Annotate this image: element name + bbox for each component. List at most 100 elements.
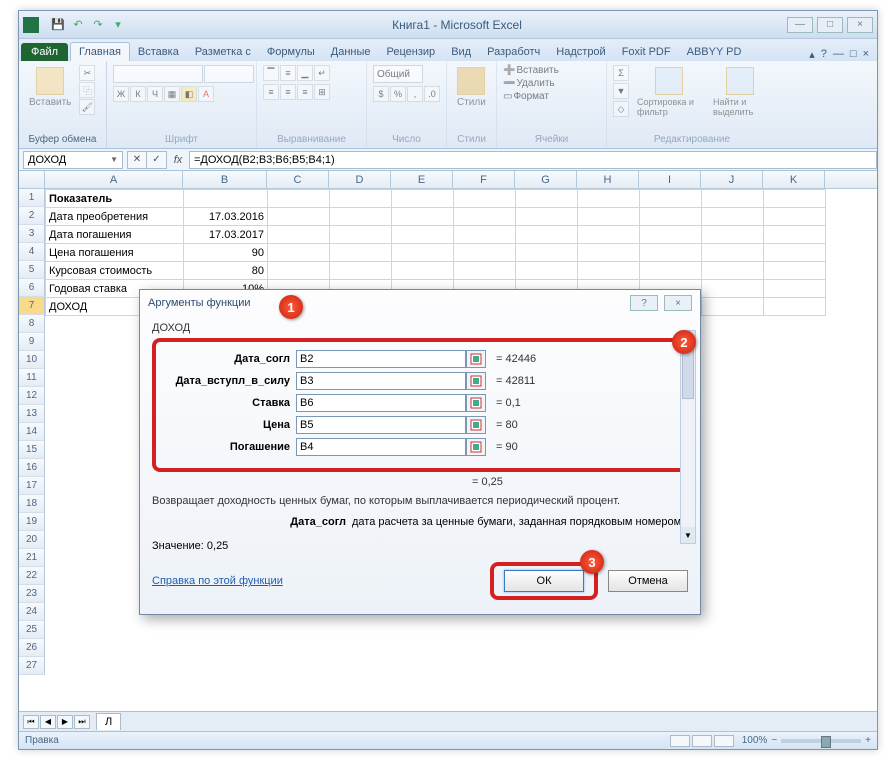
row-26[interactable]: 26	[19, 639, 45, 657]
delete-cells-icon[interactable]: ➖	[503, 78, 515, 89]
range-select-icon[interactable]	[466, 372, 486, 390]
percent-icon[interactable]: %	[390, 86, 406, 102]
row-23[interactable]: 23	[19, 585, 45, 603]
row-27[interactable]: 27	[19, 657, 45, 675]
underline-button[interactable]: Ч	[147, 86, 163, 102]
col-C[interactable]: C	[267, 171, 329, 188]
tab-layout[interactable]: Разметка с	[187, 43, 259, 61]
number-format-select[interactable]: Общий	[373, 65, 423, 83]
cancel-button[interactable]: Отмена	[608, 570, 688, 592]
cell-A2[interactable]: Дата преобретения	[46, 208, 184, 226]
arg-input[interactable]: B6	[296, 394, 466, 412]
cancel-formula-button[interactable]: ✕	[127, 151, 147, 169]
tab-abbyy[interactable]: ABBYY PD	[679, 43, 750, 61]
paste-button[interactable]: Вставить	[25, 65, 75, 110]
font-select[interactable]	[113, 65, 203, 83]
range-select-icon[interactable]	[466, 394, 486, 412]
row-9[interactable]: 9	[19, 333, 45, 351]
name-box[interactable]: ДОХОД▼	[23, 151, 123, 169]
sheet-nav-prev-icon[interactable]: ◀	[40, 715, 56, 729]
enter-formula-button[interactable]: ✓	[147, 151, 167, 169]
find-select-button[interactable]: Найти и выделить	[709, 65, 771, 119]
clear-icon[interactable]: ◇	[613, 101, 629, 117]
arg-input[interactable]: B4	[296, 438, 466, 456]
range-select-icon[interactable]	[466, 350, 486, 368]
range-select-icon[interactable]	[466, 416, 486, 434]
styles-button[interactable]: Стили	[453, 65, 490, 110]
align-left-icon[interactable]: ≡	[263, 84, 279, 100]
dialog-help-button[interactable]: ?	[630, 295, 658, 311]
cell-A5[interactable]: Курсовая стоимость	[46, 262, 184, 280]
row-15[interactable]: 15	[19, 441, 45, 459]
dialog-close-button[interactable]: ×	[664, 295, 692, 311]
align-bot-icon[interactable]: ▁	[297, 65, 313, 81]
dialog-scrollbar[interactable]: ▲ ▼	[680, 330, 696, 544]
col-K[interactable]: K	[763, 171, 825, 188]
tab-data[interactable]: Данные	[323, 43, 379, 61]
merge-icon[interactable]: ⊞	[314, 84, 330, 100]
help-link[interactable]: Справка по этой функции	[152, 575, 283, 587]
row-14[interactable]: 14	[19, 423, 45, 441]
namebox-dropdown-icon[interactable]: ▼	[110, 155, 118, 164]
tab-review[interactable]: Рецензир	[379, 43, 444, 61]
row-13[interactable]: 13	[19, 405, 45, 423]
zoom-level[interactable]: 100%	[742, 735, 768, 746]
arg-input[interactable]: B5	[296, 416, 466, 434]
row-12[interactable]: 12	[19, 387, 45, 405]
view-normal-icon[interactable]	[670, 735, 690, 747]
zoom-slider[interactable]	[781, 739, 861, 743]
cell-B2[interactable]: 17.03.2016	[184, 208, 268, 226]
view-layout-icon[interactable]	[692, 735, 712, 747]
row-6[interactable]: 6	[19, 279, 45, 297]
minimize-ribbon-icon[interactable]: ▴	[809, 48, 815, 61]
row-24[interactable]: 24	[19, 603, 45, 621]
row-18[interactable]: 18	[19, 495, 45, 513]
scroll-thumb[interactable]	[682, 349, 694, 399]
ribbon-close-icon[interactable]: ×	[863, 48, 869, 61]
dialog-titlebar[interactable]: Аргументы функции ? ×	[140, 290, 700, 316]
col-D[interactable]: D	[329, 171, 391, 188]
italic-button[interactable]: К	[130, 86, 146, 102]
fill-color-icon[interactable]: ◧	[181, 86, 197, 102]
formula-input[interactable]: =ДОХОД(B2;B3;B6;B5;B4;1)	[189, 151, 877, 169]
tab-foxit[interactable]: Foxit PDF	[614, 43, 679, 61]
row-11[interactable]: 11	[19, 369, 45, 387]
view-pagebreak-icon[interactable]	[714, 735, 734, 747]
select-all-corner[interactable]	[19, 171, 45, 188]
cell-A4[interactable]: Цена погашения	[46, 244, 184, 262]
scroll-down-icon[interactable]: ▼	[681, 527, 695, 543]
col-E[interactable]: E	[391, 171, 453, 188]
row-19[interactable]: 19	[19, 513, 45, 531]
col-J[interactable]: J	[701, 171, 763, 188]
sheet-nav-first-icon[interactable]: ⏮	[23, 715, 39, 729]
close-button[interactable]: ×	[847, 17, 873, 33]
row-22[interactable]: 22	[19, 567, 45, 585]
row-20[interactable]: 20	[19, 531, 45, 549]
sheet-tab[interactable]: Л	[96, 713, 121, 730]
save-icon[interactable]: 💾	[49, 16, 67, 34]
ok-button[interactable]: ОК	[504, 570, 584, 592]
col-A[interactable]: A	[45, 171, 183, 188]
sheet-nav-next-icon[interactable]: ▶	[57, 715, 73, 729]
maximize-button[interactable]: □	[817, 17, 843, 33]
comma-icon[interactable]: ,	[407, 86, 423, 102]
cell-B1[interactable]	[184, 190, 268, 208]
insert-cells-icon[interactable]: ➕	[503, 65, 515, 76]
font-color-icon[interactable]: A	[198, 86, 214, 102]
copy-icon[interactable]: ⿻	[79, 82, 95, 98]
tab-formulas[interactable]: Формулы	[259, 43, 323, 61]
qat-dropdown-icon[interactable]: ▾	[109, 16, 127, 34]
row-7[interactable]: 7	[19, 297, 45, 315]
row-10[interactable]: 10	[19, 351, 45, 369]
tab-home[interactable]: Главная	[70, 42, 130, 61]
align-mid-icon[interactable]: ≡	[280, 65, 296, 81]
tab-developer[interactable]: Разработч	[479, 43, 548, 61]
row-8[interactable]: 8	[19, 315, 45, 333]
col-G[interactable]: G	[515, 171, 577, 188]
align-top-icon[interactable]: ▔	[263, 65, 279, 81]
fill-icon[interactable]: ▼	[613, 83, 629, 99]
col-B[interactable]: B	[183, 171, 267, 188]
row-2[interactable]: 2	[19, 207, 45, 225]
undo-icon[interactable]: ↶	[69, 16, 87, 34]
ribbon-restore-icon[interactable]: □	[850, 48, 857, 61]
